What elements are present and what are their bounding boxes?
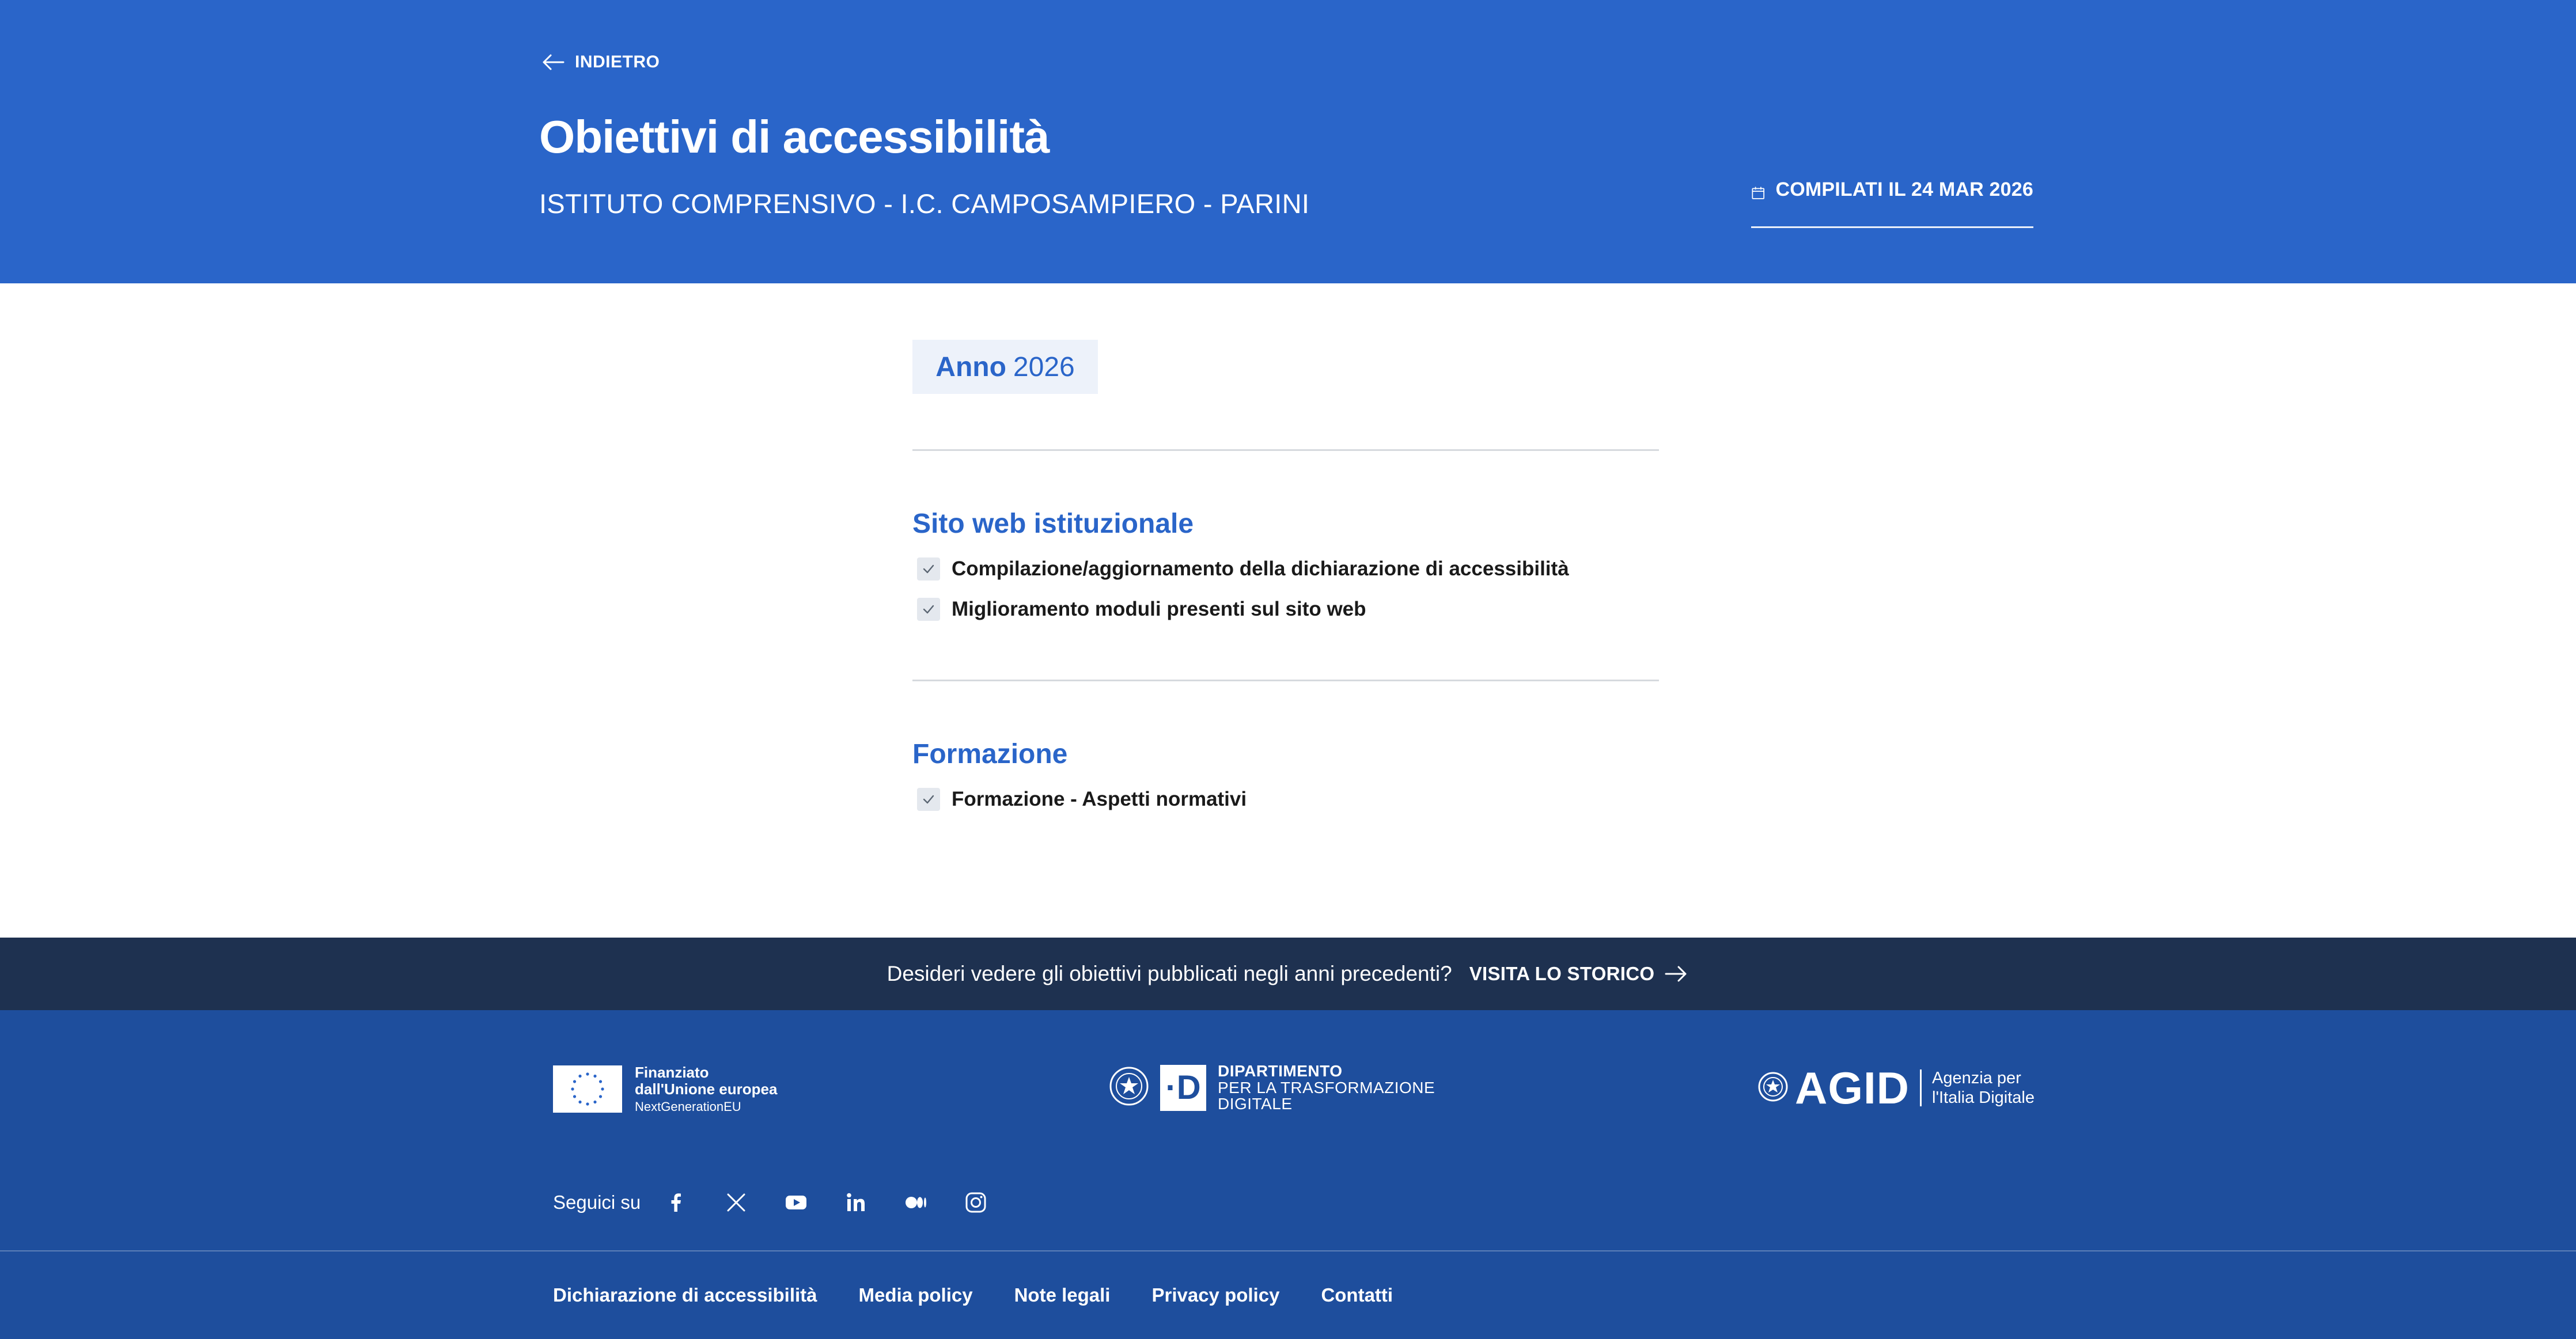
eu-flag-icon [553,1065,622,1113]
dtd-line-1: DIPARTIMENTO [1218,1062,1343,1080]
footer-link-legal-notes[interactable]: Note legali [1014,1284,1111,1306]
visit-archive-label: VISITA LO STORICO [1469,963,1655,984]
visit-archive-link[interactable]: VISITA LO STORICO [1469,962,1689,985]
checkmark-icon [917,598,940,621]
dtd-line-3: DIGITALE [1218,1095,1293,1113]
calendar-icon [1752,187,1765,199]
footer-link-media-policy[interactable]: Media policy [859,1284,973,1306]
x-icon[interactable] [723,1190,749,1215]
dtd-logo[interactable]: ·D DIPARTIMENTO PER LA TRASFORMAZIONE DI… [1107,1063,1435,1113]
arrow-right-icon [1665,966,1687,982]
agid-line-1: Agenzia per [1932,1068,2021,1087]
social-label: Seguici su [553,1192,641,1213]
eu-logo[interactable]: Finanziato dall'Unione europea NextGener… [553,1064,777,1114]
instagram-icon[interactable] [963,1190,988,1215]
footer-link-privacy[interactable]: Privacy policy [1151,1284,1279,1306]
footer-link-accessibility[interactable]: Dichiarazione di accessibilità [553,1284,817,1306]
archive-band: Desideri vedere gli obiettivi pubblicati… [0,938,2576,1010]
linkedin-icon[interactable] [843,1190,869,1215]
social-links: Seguici su [553,1190,1023,1215]
checkmark-icon [917,557,940,581]
year-value: 2026 [1013,351,1075,382]
objective-item: Miglioramento moduli presenti sul sito w… [917,598,1366,621]
section-title-training: Formazione [912,739,1068,769]
page-title: Obiettivi di accessibilità [539,111,1050,162]
footer-links: Dichiarazione di accessibilità Media pol… [553,1284,1393,1306]
objective-item: Compilazione/aggiornamento della dichiar… [917,557,1569,581]
section-title-website: Sito web istituzionale [912,509,1194,539]
back-label: INDIETRO [575,52,660,71]
site-footer: Finanziato dall'Unione europea NextGener… [0,1010,2576,1339]
youtube-icon[interactable] [783,1190,809,1215]
archive-question: Desideri vedere gli obiettivi pubblicati… [887,962,1452,985]
objective-item: Formazione - Aspetti normativi [917,788,1247,811]
section-divider [912,680,1659,681]
footer-divider [0,1250,2576,1251]
section-divider [912,449,1659,451]
medium-icon[interactable] [903,1190,929,1215]
eu-line-3: NextGenerationEU [635,1099,741,1114]
footer-link-contacts[interactable]: Contatti [1321,1284,1393,1306]
compiled-date: COMPILATI IL 24 MAR 2026 [1751,179,2033,228]
facebook-icon[interactable] [664,1190,689,1215]
objective-label: Miglioramento moduli presenti sul sito w… [952,598,1366,620]
dtd-line-2: PER LA TRASFORMAZIONE [1218,1078,1435,1097]
checkmark-icon [917,788,940,811]
italian-emblem-icon [1107,1063,1151,1112]
objective-label: Formazione - Aspetti normativi [952,788,1247,810]
year-chip: Anno 2026 [912,340,1098,394]
dtd-letter-mark: ·D [1160,1064,1206,1111]
organization-name: ISTITUTO COMPRENSIVO - I.C. CAMPOSAMPIER… [539,188,1310,219]
page-header: INDIETRO Obiettivi di accessibilità ISTI… [0,0,2576,283]
year-label: Anno [935,351,1006,382]
agid-line-2: l'Italia Digitale [1932,1088,2035,1107]
eu-line-1: Finanziato [635,1064,709,1081]
objective-label: Compilazione/aggiornamento della dichiar… [952,557,1569,580]
back-link[interactable]: INDIETRO [540,51,660,74]
agid-wordmark: AGID [1795,1063,1910,1113]
agid-logo[interactable]: AGID Agenzia per l'Italia Digitale [1757,1065,2035,1110]
eu-line-2: dall'Unione europea [635,1080,778,1098]
agid-separator [1920,1069,1922,1106]
italian-emblem-icon [1757,1069,1789,1107]
arrow-left-icon [543,54,565,70]
compiled-date-text: COMPILATI IL 24 MAR 2026 [1775,179,2033,200]
